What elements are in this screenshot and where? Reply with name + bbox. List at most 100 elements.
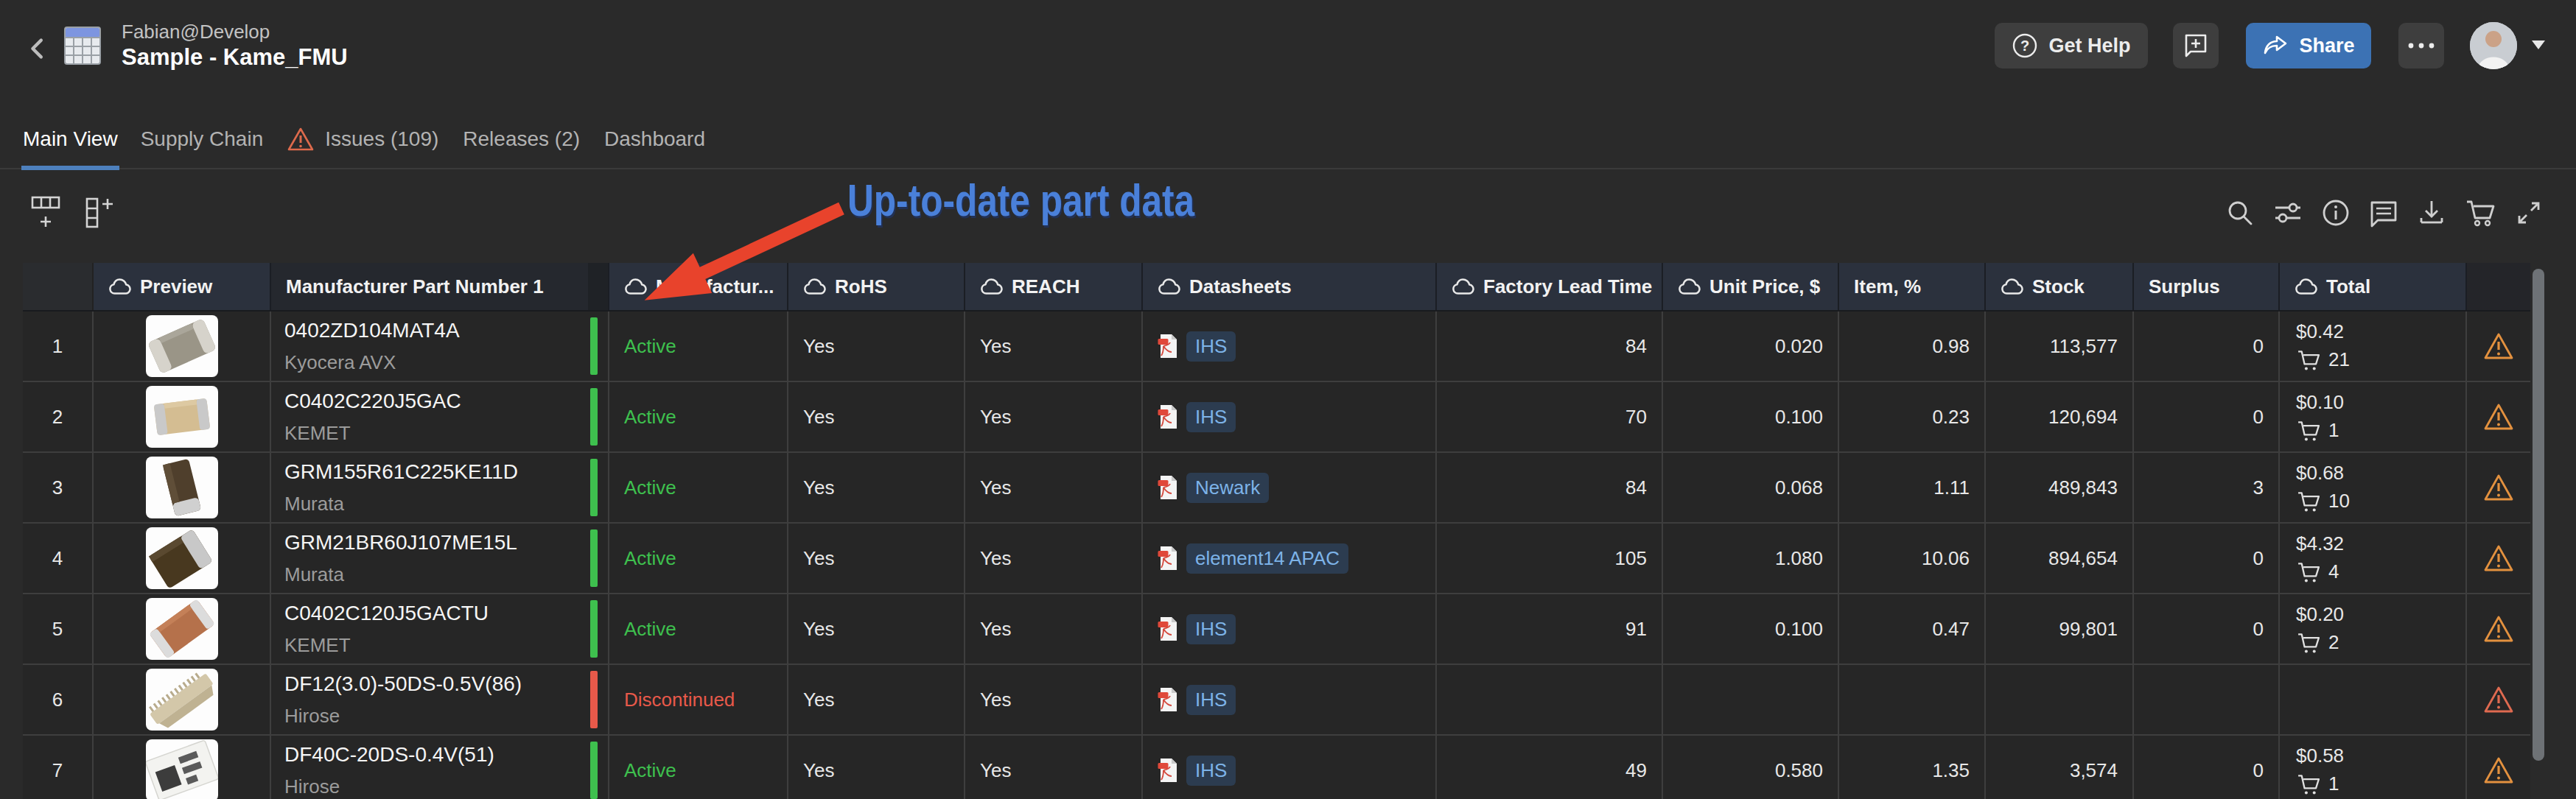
column-header-rohs[interactable]: RoHS: [788, 263, 965, 310]
datasheet-link[interactable]: Newark: [1186, 473, 1269, 503]
part-number[interactable]: 0402ZD104MAT4A: [284, 319, 460, 342]
filter-icon[interactable]: [2272, 197, 2303, 228]
column-header-price[interactable]: Unit Price, $: [1663, 263, 1839, 310]
share-button[interactable]: Share: [2246, 23, 2371, 68]
cell-datasheets: IHS: [1143, 382, 1437, 453]
total-price: $0.10: [2296, 391, 2344, 414]
avatar[interactable]: [2470, 22, 2517, 69]
lifecycle-status-bar: [590, 742, 598, 799]
cell-item: 10.06: [1839, 524, 1986, 594]
column-label: Item, %: [1854, 275, 1921, 298]
search-icon[interactable]: [2225, 197, 2255, 228]
cell-warn[interactable]: [2467, 594, 2530, 665]
cell-item: 0.47: [1839, 594, 1986, 665]
lead-time-value: 84: [1625, 335, 1647, 358]
total-price: $4.32: [2296, 532, 2344, 555]
cloud-icon: [624, 278, 647, 295]
tab-releases[interactable]: Releases (2): [463, 127, 580, 151]
cell-warn[interactable]: [2467, 524, 2530, 594]
cell-total: $0.6810: [2280, 453, 2467, 524]
tab-main-view[interactable]: Main View: [23, 127, 118, 151]
item-percent-value: 0.98: [1932, 335, 1970, 358]
column-header-item[interactable]: Item, %: [1839, 263, 1986, 310]
comment-icon[interactable]: [2368, 197, 2399, 228]
cart-quantity: 21: [2328, 348, 2350, 371]
cell-reach: Yes: [965, 311, 1143, 382]
cell-warn[interactable]: [2467, 736, 2530, 799]
download-icon[interactable]: [2416, 197, 2447, 228]
part-preview-image[interactable]: [146, 386, 218, 448]
part-number[interactable]: GRM21BR60J107ME15L: [284, 531, 517, 555]
cell-total: [2280, 665, 2467, 736]
cell-item: 1.35: [1839, 736, 1986, 799]
row-number: 2: [52, 406, 63, 429]
part-number[interactable]: GRM155R61C225KE11D: [284, 460, 518, 484]
datasheet-link[interactable]: IHS: [1186, 756, 1236, 786]
part-number[interactable]: C0402C120J5GACTU: [284, 602, 489, 625]
cell-warn[interactable]: [2467, 665, 2530, 736]
info-icon[interactable]: [2320, 197, 2351, 228]
more-button[interactable]: [2398, 23, 2444, 68]
part-preview-image[interactable]: [146, 739, 218, 799]
cell-warn[interactable]: [2467, 453, 2530, 524]
column-header-lifecycle[interactable]: Manufactur...: [609, 263, 788, 310]
cart-icon[interactable]: [2464, 197, 2496, 228]
part-preview-image[interactable]: [146, 669, 218, 731]
datasheet-link[interactable]: IHS: [1186, 685, 1236, 715]
datasheet-link[interactable]: IHS: [1186, 331, 1236, 362]
item-percent-value: 0.47: [1932, 618, 1970, 641]
manufacturer-name: Hirose: [284, 705, 522, 728]
unit-price-value: 0.020: [1775, 335, 1823, 358]
cell-price: 0.100: [1663, 594, 1839, 665]
datasheet-link[interactable]: IHS: [1186, 402, 1236, 432]
part-preview-image[interactable]: [146, 527, 218, 589]
tab-issues[interactable]: Issues (109): [287, 127, 438, 152]
back-icon[interactable]: [24, 35, 52, 63]
lifecycle-status: Discontinued: [624, 689, 735, 711]
cell-reach: Yes: [965, 736, 1143, 799]
cell-preview: [94, 736, 271, 799]
cell-warn[interactable]: [2467, 311, 2530, 382]
datasheet-link[interactable]: IHS: [1186, 614, 1236, 644]
part-number[interactable]: C0402C220J5GAC: [284, 390, 461, 413]
add-row-icon[interactable]: [29, 193, 62, 231]
cell-total: $0.581: [2280, 736, 2467, 799]
column-header-surplus[interactable]: Surplus: [2134, 263, 2280, 310]
tab-dashboard[interactable]: Dashboard: [604, 127, 705, 151]
row-number: 1: [52, 335, 63, 358]
manufacturer-name: Hirose: [284, 775, 494, 798]
feedback-button[interactable]: [2173, 23, 2219, 68]
manufacturer-name: KEMET: [284, 422, 461, 445]
cell-lead: 84: [1437, 453, 1663, 524]
cell-price: 1.080: [1663, 524, 1839, 594]
column-header-total[interactable]: Total: [2280, 263, 2467, 310]
tab-supply-chain[interactable]: Supply Chain: [141, 127, 264, 151]
part-number[interactable]: DF12(3.0)-50DS-0.5V(86): [284, 672, 522, 696]
part-preview-image[interactable]: [146, 457, 218, 518]
add-column-icon[interactable]: [81, 193, 119, 231]
column-label: Unit Price, $: [1709, 275, 1820, 298]
column-header-mpn[interactable]: Manufacturer Part Number 1: [271, 263, 588, 310]
column-header-stock[interactable]: Stock: [1986, 263, 2134, 310]
column-header-datasheets[interactable]: Datasheets: [1143, 263, 1437, 310]
table-row: 3GRM155R61C225KE11DMurataActiveYesYesNew…: [23, 453, 2530, 524]
get-help-button[interactable]: ? Get Help: [1995, 23, 2148, 68]
cell-num: 2: [23, 382, 94, 453]
cell-mpn: C0402C120J5GACTUKEMET: [271, 594, 588, 665]
cell-total: $0.202: [2280, 594, 2467, 665]
column-header-preview[interactable]: Preview: [94, 263, 271, 310]
surplus-value: 0: [2253, 406, 2264, 429]
account-caret-icon[interactable]: [2532, 41, 2545, 49]
column-label: Manufactur...: [656, 275, 774, 298]
part-preview-image[interactable]: [146, 315, 218, 377]
row-number: 7: [52, 759, 63, 782]
part-number[interactable]: DF40C-20DS-0.4V(51): [284, 743, 494, 767]
vertical-scrollbar[interactable]: [2533, 269, 2544, 761]
part-preview-image[interactable]: [146, 598, 218, 660]
column-header-lead[interactable]: Factory Lead Time: [1437, 263, 1663, 310]
stock-value: 894,654: [2048, 547, 2118, 570]
datasheet-link[interactable]: element14 APAC: [1186, 543, 1348, 574]
expand-icon[interactable]: [2513, 197, 2544, 228]
column-header-reach[interactable]: REACH: [965, 263, 1143, 310]
cell-warn[interactable]: [2467, 382, 2530, 453]
